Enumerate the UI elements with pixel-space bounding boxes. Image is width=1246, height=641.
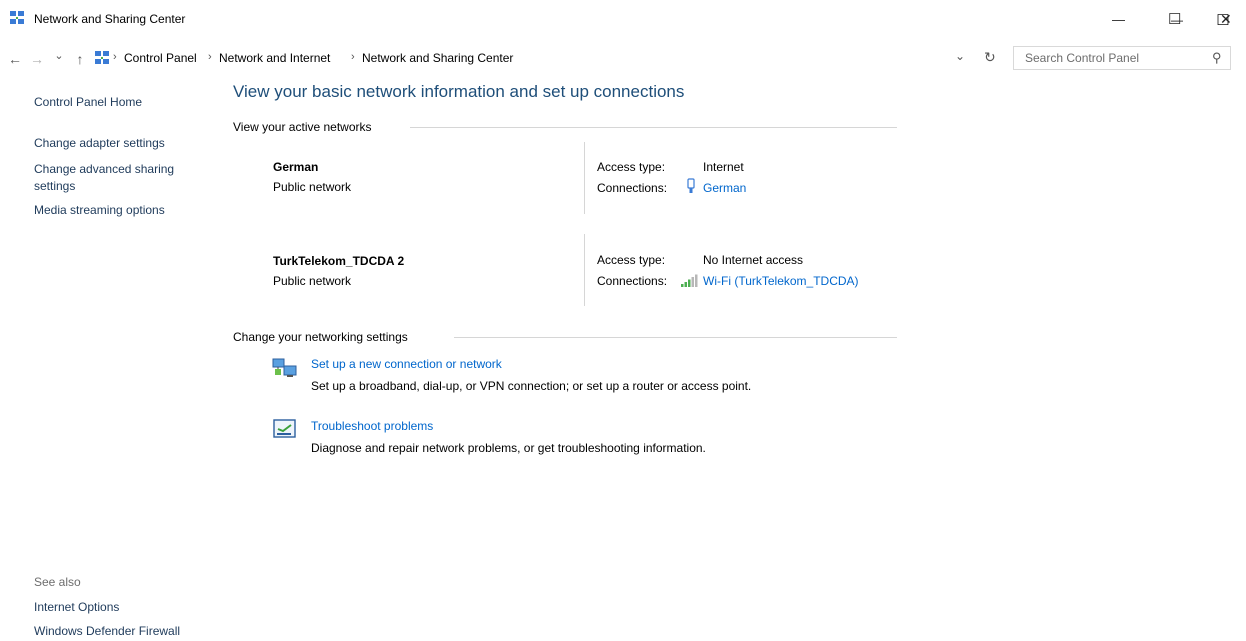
breadcrumb-separator: › bbox=[351, 51, 355, 63]
refresh-button[interactable]: ↻ bbox=[984, 49, 996, 66]
access-type-value: Internet bbox=[703, 160, 744, 174]
network-name: TurkTelekom_TDCDA 2 bbox=[273, 254, 405, 268]
troubleshoot-description: Diagnose and repair network problems, or… bbox=[311, 441, 706, 455]
breadcrumb-network-and-internet[interactable]: Network and Internet bbox=[219, 51, 330, 65]
breadcrumb-separator: › bbox=[113, 51, 117, 63]
section-divider bbox=[454, 337, 897, 338]
sidebar-item-change-advanced-sharing[interactable]: Change advanced sharing settings bbox=[34, 161, 204, 195]
network-type: Public network bbox=[273, 180, 352, 194]
connections-label: Connections: bbox=[597, 274, 668, 288]
forward-button[interactable]: → bbox=[29, 51, 45, 67]
window-title: Network and Sharing Center bbox=[34, 12, 186, 26]
networking-settings-label: Change your networking settings bbox=[233, 330, 408, 344]
access-type-label: Access type: bbox=[597, 160, 666, 174]
see-also-windows-firewall[interactable]: Windows Defender Firewall bbox=[34, 624, 180, 638]
breadcrumb-network-icon bbox=[94, 50, 110, 66]
back-button[interactable]: ← bbox=[7, 51, 23, 67]
network-type: Public network bbox=[273, 274, 352, 288]
section-divider bbox=[410, 127, 897, 128]
connection-link-wifi[interactable]: Wi-Fi (TurkTelekom_TDCDA) bbox=[703, 274, 859, 288]
connection-link-german[interactable]: German bbox=[703, 181, 746, 195]
maximize-icon[interactable]: ☐ bbox=[1168, 10, 1181, 28]
network-name: German bbox=[273, 160, 319, 174]
access-type-label: Access type: bbox=[597, 253, 666, 267]
sidebar-item-media-streaming[interactable]: Media streaming options bbox=[34, 203, 165, 217]
connections-label: Connections: bbox=[597, 181, 668, 195]
network-center-icon bbox=[9, 10, 25, 26]
troubleshoot-icon bbox=[273, 419, 297, 441]
active-networks-label: View your active networks bbox=[233, 120, 372, 134]
sidebar-home-link[interactable]: Control Panel Home bbox=[34, 95, 142, 109]
recent-locations-button[interactable]: ⌄ bbox=[51, 49, 67, 62]
new-connection-icon bbox=[271, 357, 299, 381]
troubleshoot-link[interactable]: Troubleshoot problems bbox=[311, 419, 433, 433]
minimize-icon[interactable]: — bbox=[1112, 12, 1125, 27]
search-placeholder: Search Control Panel bbox=[1025, 51, 1140, 65]
address-dropdown-button[interactable]: ⌄ bbox=[955, 49, 965, 63]
breadcrumb-control-panel[interactable]: Control Panel bbox=[124, 51, 197, 65]
usb-modem-icon bbox=[685, 178, 697, 194]
setup-connection-description: Set up a broadband, dial-up, or VPN conn… bbox=[311, 379, 752, 393]
search-icon[interactable]: ⚲ bbox=[1212, 50, 1222, 66]
see-also-internet-options[interactable]: Internet Options bbox=[34, 600, 119, 614]
page-title: View your basic network information and … bbox=[233, 82, 685, 101]
wifi-signal-icon bbox=[680, 274, 698, 288]
access-type-value: No Internet access bbox=[703, 253, 804, 267]
see-also-label: See also bbox=[34, 575, 81, 589]
title-bar: Network and Sharing Center — ☐ bbox=[0, 0, 1246, 40]
breadcrumb-network-sharing-center[interactable]: Network and Sharing Center bbox=[362, 51, 513, 65]
network-divider bbox=[584, 234, 585, 306]
up-button[interactable]: ↑ bbox=[72, 51, 88, 67]
sidebar-item-change-adapter-settings[interactable]: Change adapter settings bbox=[34, 136, 165, 150]
close-icon[interactable]: ✕ bbox=[1220, 11, 1232, 28]
breadcrumb-separator: › bbox=[208, 51, 212, 63]
network-divider bbox=[584, 142, 585, 214]
setup-connection-link[interactable]: Set up a new connection or network bbox=[311, 357, 502, 371]
